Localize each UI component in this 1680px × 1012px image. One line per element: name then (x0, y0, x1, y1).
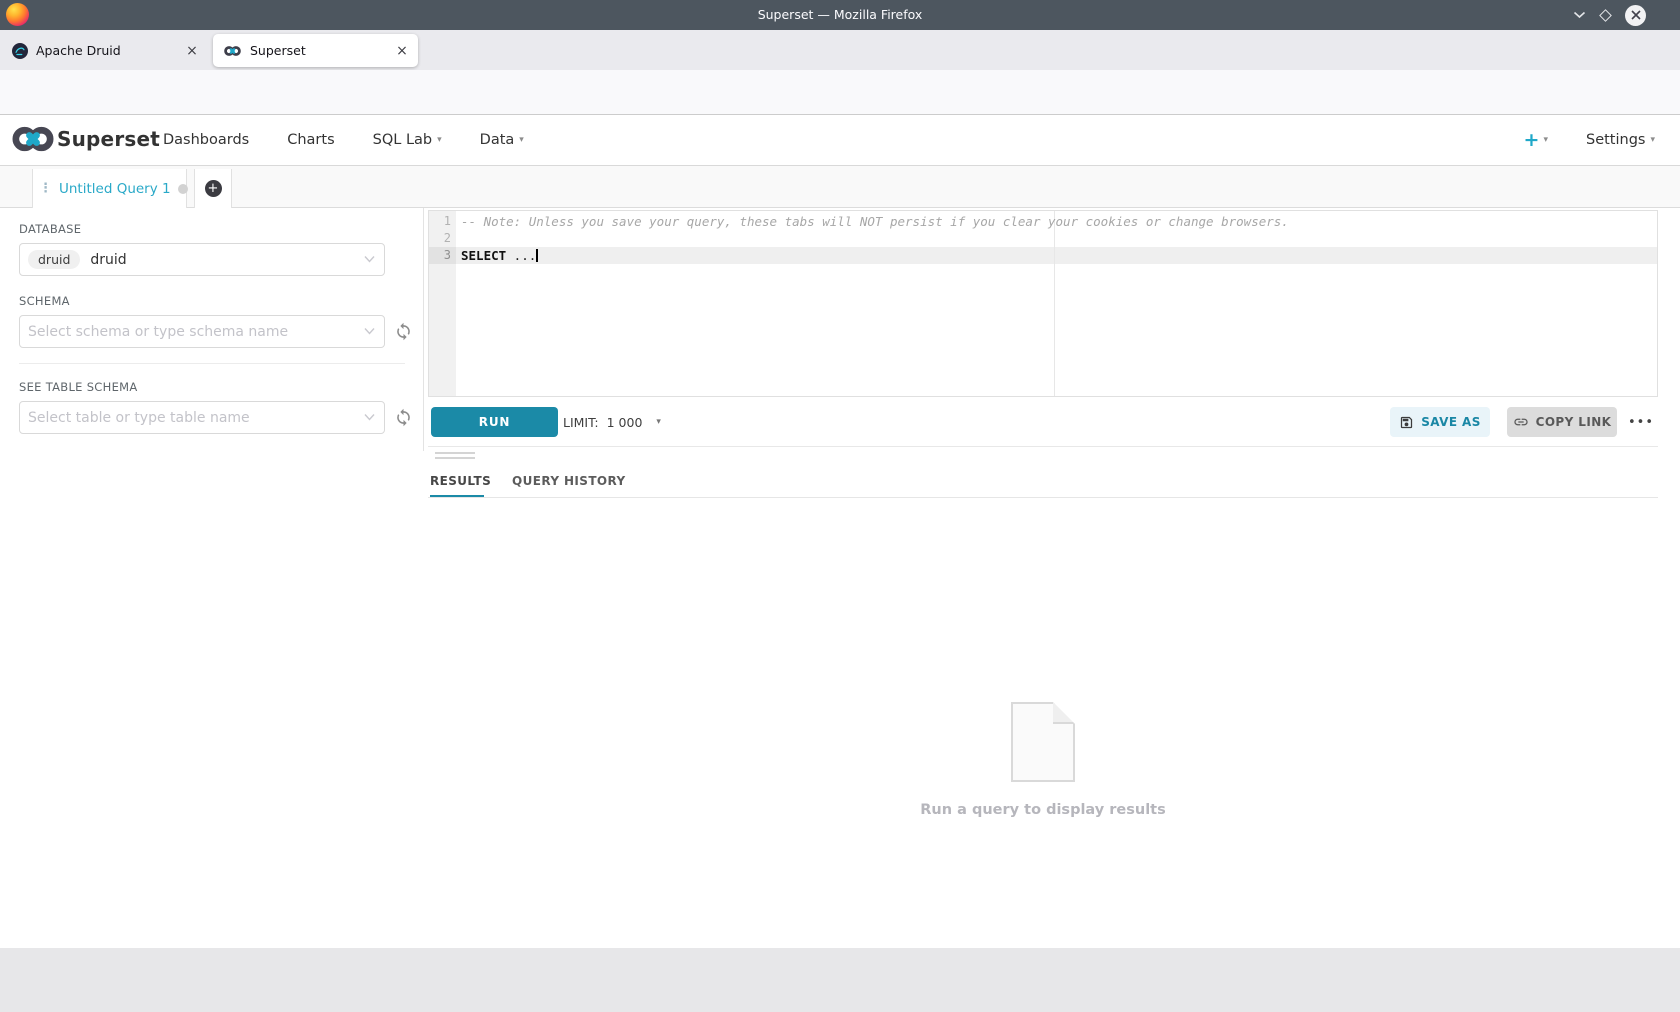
left-panel-divider (19, 363, 405, 364)
superset-brand: Superset (57, 127, 160, 151)
refresh-schema-icon[interactable] (392, 320, 414, 342)
editor-toolbar: RUN LIMIT: 1 000 ▾ SAVE AS COPY LINK ••• (428, 397, 1658, 447)
drag-handle-icon[interactable]: ⋮ (39, 182, 52, 195)
new-object-button[interactable]: +▾ (1524, 129, 1548, 151)
tab-results[interactable]: RESULTS (430, 474, 491, 488)
table-placeholder: Select table or type table name (28, 410, 250, 426)
browser-tab-bar: Apache Druid × Superset × + (0, 30, 1680, 70)
save-as-button[interactable]: SAVE AS (1390, 407, 1490, 437)
window-titlebar: Superset — Mozilla Firefox (0, 0, 1680, 30)
nav-item-data[interactable]: Data▾ (480, 132, 524, 148)
limit-dropdown[interactable]: LIMIT: 1 000 ▾ (563, 397, 661, 447)
copy-link-button[interactable]: COPY LINK (1507, 407, 1617, 437)
apache-druid-favicon (12, 43, 28, 59)
copy-link-label: COPY LINK (1536, 415, 1612, 429)
superset-favicon (223, 45, 242, 57)
schema-select[interactable]: Select schema or type schema name (19, 315, 385, 348)
tab-label: Superset (250, 43, 392, 58)
pane-resize-handle[interactable] (435, 452, 475, 460)
sql-code: ... (506, 248, 536, 263)
database-label: DATABASE (19, 222, 81, 236)
tab-query-history[interactable]: QUERY HISTORY (512, 474, 626, 488)
line-number: 3 (429, 247, 456, 264)
empty-results-message: Run a query to display results (428, 802, 1658, 818)
query-tab-strip: ⋮ Untitled Query 1 × + (0, 166, 1680, 208)
nav-item-charts[interactable]: Charts (287, 132, 334, 148)
browser-tab-superset[interactable]: Superset × (213, 34, 418, 67)
chevron-down-icon: ▾ (437, 135, 442, 145)
nav-item-sql-lab[interactable]: SQL Lab▾ (373, 132, 442, 148)
active-tab-underline (430, 495, 484, 497)
window-title: Superset — Mozilla Firefox (0, 0, 1680, 30)
table-schema-label: SEE TABLE SCHEMA (19, 380, 138, 394)
editor-gutter: 1 2 3 (429, 211, 456, 396)
link-icon (1513, 414, 1529, 430)
print-margin-line (1054, 211, 1055, 396)
chevron-down-icon: ▾ (1650, 135, 1655, 145)
text-cursor (536, 249, 538, 262)
superset-navbar: Superset Dashboards Charts SQL Lab▾ Data… (0, 115, 1680, 166)
run-button[interactable]: RUN (431, 407, 558, 437)
chevron-down-icon: ▾ (1543, 135, 1548, 145)
limit-label: LIMIT: (563, 415, 599, 430)
plus-circle-icon: + (205, 180, 222, 197)
window-minimize-icon[interactable] (1573, 11, 1586, 19)
tab-label: Apache Druid (36, 43, 182, 58)
refresh-table-icon[interactable] (392, 406, 414, 428)
sql-editor[interactable]: 1 2 3 -- Note: Unless you save your quer… (428, 210, 1658, 397)
sql-keyword: SELECT (461, 248, 506, 263)
document-icon (1011, 702, 1075, 782)
chevron-down-icon: ▾ (519, 135, 524, 145)
settings-menu[interactable]: Settings▾ (1586, 132, 1655, 148)
limit-value: 1 000 (607, 415, 643, 430)
editor-code-line: SELECT ... (456, 247, 1657, 264)
line-number: 2 (429, 230, 456, 247)
chevron-down-icon (364, 327, 375, 335)
chevron-down-icon (364, 255, 375, 263)
browser-tab-apache-druid[interactable]: Apache Druid × (2, 34, 208, 67)
more-actions-button[interactable]: ••• (1625, 407, 1657, 437)
window-maximize-icon[interactable] (1599, 9, 1612, 22)
browser-toolbar: ← → 172.18.0.4:32251/superset/sqllab/ ☆ (0, 70, 1680, 115)
schema-label: SCHEMA (19, 294, 70, 308)
nav-item-dashboards[interactable]: Dashboards (163, 132, 249, 148)
chevron-down-icon: ▾ (656, 417, 661, 427)
add-query-tab-button[interactable]: + (194, 169, 232, 208)
tab-close-icon[interactable]: × (182, 41, 202, 61)
window-close-icon[interactable] (1625, 5, 1646, 26)
save-icon (1399, 415, 1414, 430)
line-number: 1 (429, 213, 456, 230)
database-tag: druid (28, 250, 80, 269)
pane-divider (423, 208, 424, 451)
database-value: druid (90, 252, 126, 268)
chevron-down-icon (364, 413, 375, 421)
database-select[interactable]: druid druid (19, 243, 385, 276)
superset-logo-icon (10, 124, 56, 154)
query-tab-label: Untitled Query 1 (59, 181, 171, 197)
query-tab-untitled[interactable]: ⋮ Untitled Query 1 × (32, 169, 187, 208)
table-select[interactable]: Select table or type table name (19, 401, 385, 434)
results-empty-state: Run a query to display results (428, 702, 1658, 818)
schema-placeholder: Select schema or type schema name (28, 324, 288, 340)
results-tab-bar: RESULTS QUERY HISTORY (428, 460, 1658, 498)
save-as-label: SAVE AS (1421, 415, 1481, 429)
tab-close-icon[interactable]: × (392, 41, 412, 61)
window-bottom-band (0, 948, 1680, 1012)
unsaved-state-dot (178, 184, 188, 194)
editor-comment-line: -- Note: Unless you save your query, the… (456, 213, 1657, 230)
